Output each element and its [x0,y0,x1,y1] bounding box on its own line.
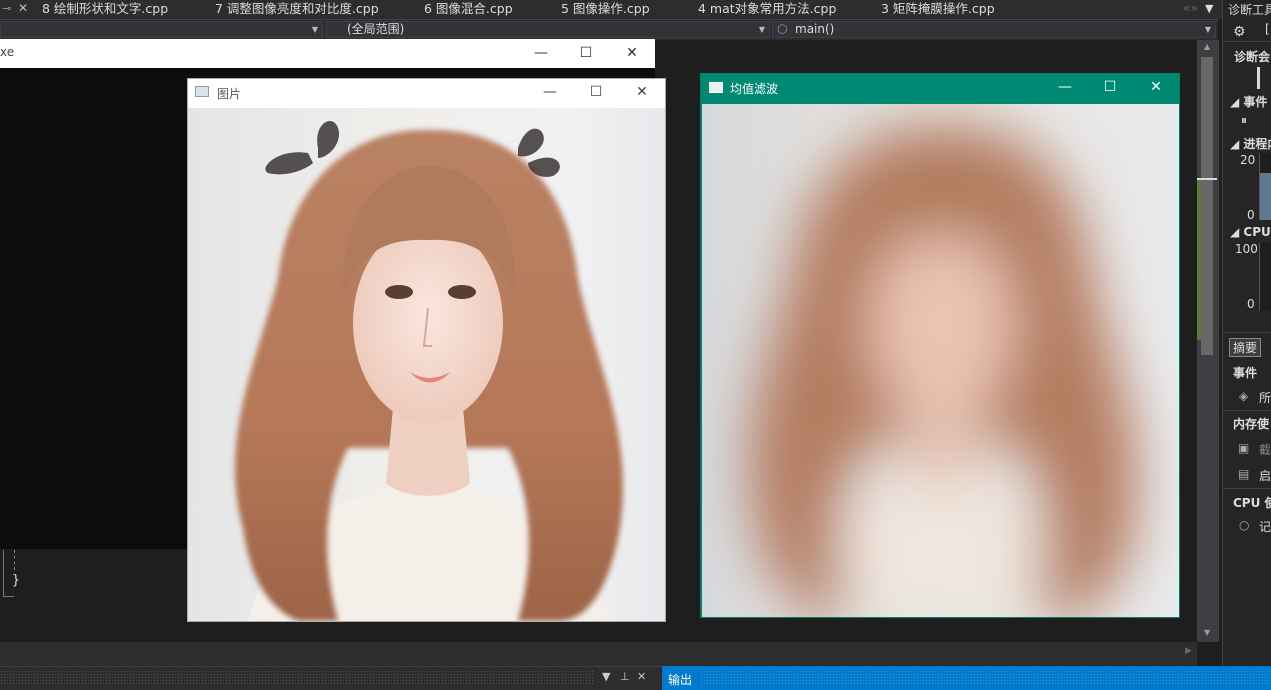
close-icon[interactable]: ✕ [18,0,28,17]
scope-dropdown[interactable]: (全局范围) ▼ [326,21,770,38]
cpu-usage-label: CPU 使 [1233,496,1271,510]
tab-4-mat-methods[interactable]: 4 mat对象常用方法.cpp [698,0,836,19]
pin-icon[interactable]: ⊥ [620,670,630,683]
divider [1223,41,1271,42]
blurred-illustration [749,125,1138,617]
maximize-icon[interactable]: ☐ [1087,73,1133,102]
picture-window-title: 图片 [217,87,242,101]
events-label: 事件 [1233,366,1258,380]
scrollbar-thumb[interactable] [1201,57,1213,355]
events-section-header[interactable]: ◢ 事件 [1230,93,1267,110]
session-label: 诊断会 [1234,50,1271,64]
dropdown-icon[interactable]: ▼ [602,670,610,683]
cpu-section-label: CPU [1243,225,1271,239]
divider [1223,488,1271,489]
tab-6-image-blend[interactable]: 6 图像混合.cpp [424,0,513,19]
console-title: xe [0,45,15,59]
maximize-icon[interactable]: ☐ [573,78,619,107]
dropdown-icon: ▼ [758,25,765,34]
diagnostics-header: 诊断工具 [1228,3,1271,17]
close-icon[interactable]: ✕ [609,39,655,68]
tab-dropdown-icon[interactable]: ▼ [1205,0,1213,17]
events-section-label: 事件 [1243,95,1268,109]
process-memory-header[interactable]: ◢ 进程内 [1230,135,1271,152]
close-icon[interactable]: ✕ [1133,73,1179,102]
record-icon: ○ [1239,518,1250,532]
close-icon[interactable]: ✕ [619,78,665,107]
memory-chip-icon: ▤ [1238,467,1250,481]
minimize-icon[interactable]: — [1042,73,1088,102]
scroll-right-icon[interactable]: ▶ [1185,646,1192,656]
process-memory-label: 进程内 [1243,137,1271,151]
memory-graph-fill [1260,173,1271,220]
cpu-section-header[interactable]: ◢ CPU [1230,225,1271,239]
closing-brace: } [12,573,20,588]
window-icon [709,82,723,93]
snapshot-item[interactable]: 截 [1259,441,1271,458]
blurred-image [702,104,1179,617]
window-icon [195,86,209,97]
camera-icon: ▣ [1238,441,1250,455]
tab-scroll-arrows[interactable]: «» [1183,0,1198,17]
memory-usage-label: 内存使 [1233,417,1270,431]
memory-axis-min: 0 [1247,208,1255,222]
scope-label: (全局范围) [347,22,405,36]
summary-tab[interactable]: 摘要 [1229,338,1262,357]
portrait-image [188,108,665,621]
scroll-down-icon[interactable]: ▼ [1204,628,1210,637]
navigation-bar: ▼ (全局范围) ▼ ⬡ main() ▼ [0,19,1218,40]
function-label: main() [795,22,835,36]
minimize-icon[interactable]: — [527,78,573,107]
cpu-axis-max: 100 [1235,242,1258,256]
horizontal-scrollbar[interactable] [0,642,1197,666]
divider [1223,410,1271,411]
project-dropdown[interactable]: ▼ [0,21,323,38]
divider [1223,332,1271,333]
scroll-up-icon[interactable]: ▲ [1204,42,1210,51]
tab-3-mask-ops[interactable]: 3 矩阵掩膜操作.cpp [881,0,995,19]
tab-7-brightness-contrast[interactable]: 7 调整图像亮度和对比度.cpp [215,0,379,19]
memory-graph [1259,153,1271,220]
cpu-graph [1259,243,1271,311]
method-icon: ⬡ [777,22,788,36]
grip-texture [0,670,595,686]
gear-icon[interactable]: ⚙ [1233,24,1246,40]
heap-item[interactable]: 启 [1259,467,1271,484]
maximize-icon[interactable]: ☐ [563,39,609,68]
tab-8-draw-shapes[interactable]: 8 绘制形状和文字.cpp [42,0,168,19]
close-icon[interactable]: ✕ [637,670,646,683]
grip-texture [700,670,1271,686]
indent-guide [14,550,16,570]
memory-axis-max: 20 [1240,153,1256,167]
portrait-illustration [235,120,624,621]
events-item[interactable]: 所 [1259,389,1271,406]
minimize-icon[interactable]: — [518,39,564,68]
dropdown-icon: ▼ [311,25,318,34]
events-icon: ◈ [1239,389,1249,403]
function-dropdown[interactable]: ⬡ main() ▼ [772,21,1216,38]
record-item[interactable]: 记 [1259,518,1271,535]
tab-5-image-ops[interactable]: 5 图像操作.cpp [561,0,650,19]
output-panel-label: 输出 [668,673,693,687]
caret-marker [1197,178,1217,180]
change-marker [1197,180,1201,340]
pin-icon[interactable]: ⊸ [2,0,11,17]
toolbar-button[interactable]: [ [1265,22,1270,36]
timeline-cursor[interactable] [1257,67,1260,89]
pause-icon[interactable]: ⏸ [1241,113,1247,128]
dropdown-icon: ▼ [1204,25,1211,34]
mean-filter-window-title: 均值滤波 [730,82,779,96]
cpu-axis-min: 0 [1247,297,1255,311]
